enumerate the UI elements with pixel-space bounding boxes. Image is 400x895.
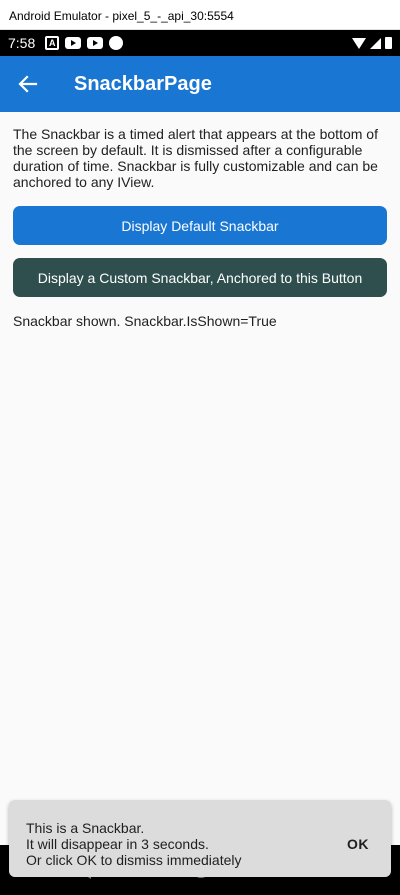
arrow-left-icon[interactable] — [18, 73, 40, 95]
app-bar: SnackbarPage — [0, 56, 400, 112]
youtube-icon — [65, 37, 82, 49]
description-text: The Snackbar is a timed alert that appea… — [13, 126, 378, 190]
snackbar-ok-button[interactable]: OK — [347, 836, 369, 852]
status-time: 7:58 — [8, 35, 36, 51]
emulator-window-title: Android Emulator - pixel_5_-_api_30:5554 — [0, 0, 400, 30]
signal-icon — [370, 37, 381, 49]
circle-icon — [109, 36, 124, 50]
snackbar-message: This is a Snackbar. It will disappear in… — [26, 820, 242, 868]
youtube-icon — [87, 37, 104, 49]
system-icons — [352, 37, 392, 49]
snackbar: This is a Snackbar. It will disappear in… — [9, 800, 391, 877]
notification-icons: A — [45, 36, 124, 50]
page-content: The Snackbar is a timed alert that appea… — [0, 112, 400, 895]
page-title: SnackbarPage — [74, 72, 212, 95]
display-default-snackbar-button[interactable]: Display Default Snackbar — [13, 206, 387, 245]
status-bar: 7:58 A — [0, 30, 400, 56]
a-icon: A — [45, 36, 60, 50]
battery-icon — [385, 37, 392, 49]
wifi-icon — [352, 37, 366, 49]
display-custom-snackbar-button[interactable]: Display a Custom Snackbar, Anchored to t… — [13, 258, 387, 297]
snackbar-status-text: Snackbar shown. Snackbar.IsShown=True — [13, 313, 277, 329]
